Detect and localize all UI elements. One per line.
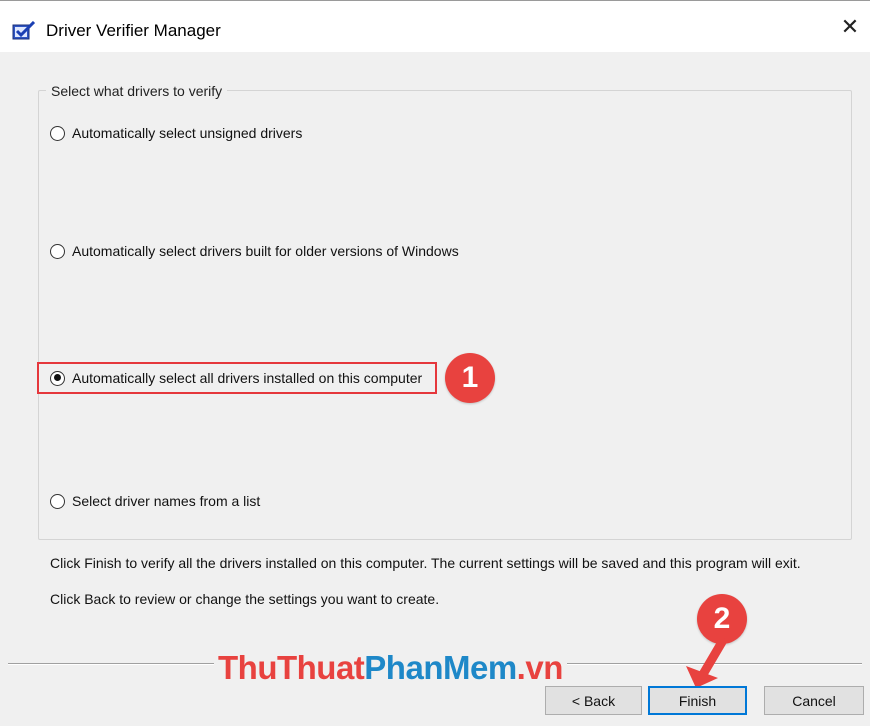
driver-selection-group	[38, 90, 852, 540]
radio-button-icon	[50, 243, 65, 259]
step-1-highlight	[37, 362, 437, 394]
window-title: Driver Verifier Manager	[46, 21, 221, 40]
driver-verifier-icon	[12, 21, 36, 40]
radio-older-windows-drivers[interactable]: Automatically select drivers built for o…	[50, 243, 459, 259]
watermark-logo: ThuThuatPhanMem.vn	[214, 648, 567, 688]
title-bar: Driver Verifier Manager ✕	[0, 0, 870, 52]
radio-button-icon	[50, 493, 65, 509]
cancel-button[interactable]: Cancel	[764, 686, 864, 715]
radio-button-icon	[50, 125, 65, 141]
step-2-badge: 2	[697, 594, 747, 644]
radio-select-from-list[interactable]: Select driver names from a list	[50, 493, 260, 509]
back-button[interactable]: < Back	[545, 686, 642, 715]
step-1-badge: 1	[445, 353, 495, 403]
finish-button[interactable]: Finish	[648, 686, 747, 715]
radio-label: Automatically select drivers built for o…	[72, 243, 459, 259]
arrow-down-icon	[686, 638, 727, 688]
close-button[interactable]: ✕	[830, 9, 870, 45]
radio-label: Automatically select unsigned drivers	[72, 125, 303, 141]
info-back-text: Click Back to review or change the setti…	[50, 591, 440, 607]
close-icon: ✕	[840, 14, 860, 39]
radio-unsigned-drivers[interactable]: Automatically select unsigned drivers	[50, 125, 302, 141]
group-legend: Select what drivers to verify	[46, 83, 228, 99]
radio-label: Select driver names from a list	[72, 493, 261, 509]
info-finish-text: Click Finish to verify all the drivers i…	[50, 555, 801, 571]
